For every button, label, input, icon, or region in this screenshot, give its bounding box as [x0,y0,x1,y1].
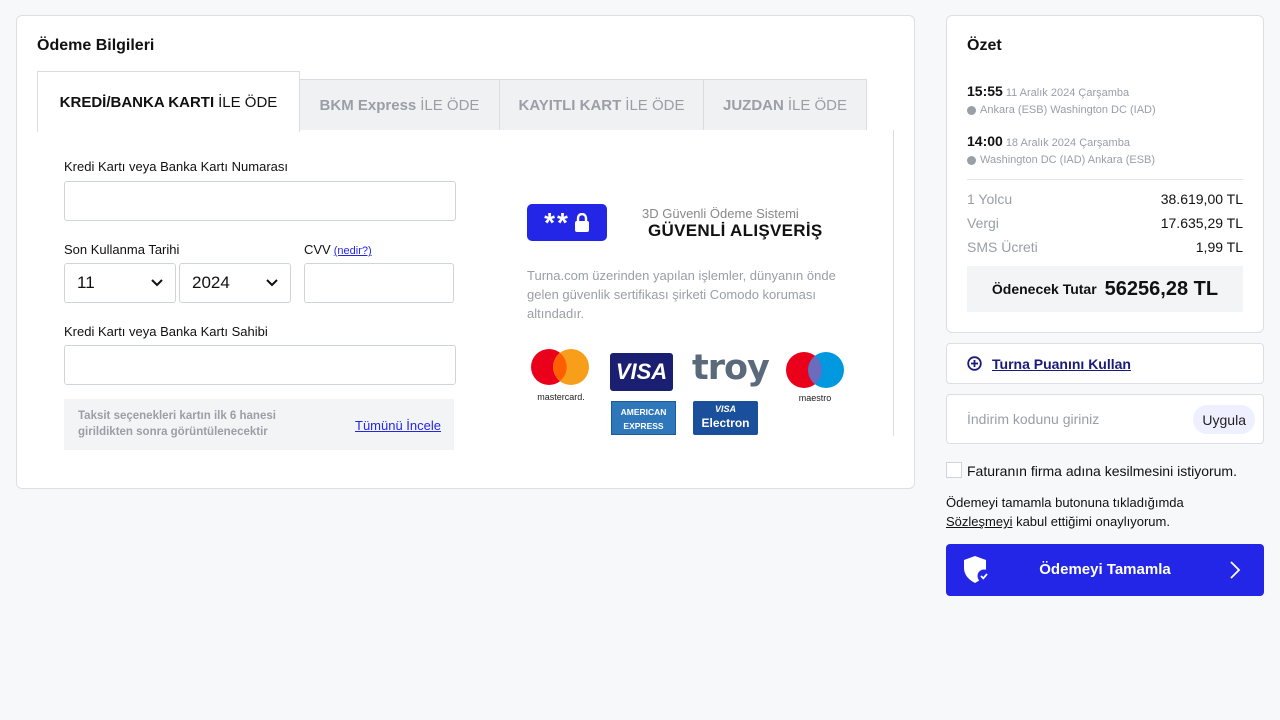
chevron-down-icon [151,279,163,287]
installment-link[interactable]: Tümünü İncele [355,418,441,433]
discount-code-input[interactable] [957,404,1177,434]
plus-circle-icon [967,356,982,371]
route-icon [967,105,976,115]
card-number-input[interactable] [64,181,456,221]
expiry-month-select[interactable]: 11 [64,263,176,303]
troy-text: troy [692,348,770,388]
secure-title: GÜVENLİ ALIŞVERİŞ [648,221,823,240]
use-points-label: Turna Puanını Kullan [992,355,1131,372]
troy-logo: troy [692,348,770,392]
return-route-text: Washington DC (IAD) Ankara (ESB) [980,154,1156,166]
secure-subtitle: 3D Güvenli Ödeme Sistemi [642,206,799,221]
contract-link[interactable]: Sözleşmeyi [946,514,1012,529]
payment-panel: Ödeme Bilgileri BKM Express İLE ÖDE KAYIT… [16,15,915,489]
amex-text-2: EXPRESS [623,421,664,431]
holder-input[interactable] [64,345,456,385]
price-row-tax: Vergi 17.635,29 TL [967,215,1243,231]
outbound-route-text: Ankara (ESB) Washington DC (IAD) [980,104,1156,116]
secure-badge: ** [527,204,607,241]
price-label: 1 Yolcu [967,191,1013,207]
return-time: 14:00 [967,133,1003,149]
mastercard-text: mastercard. [537,392,585,402]
tab-label-bold: BKM Express [319,96,417,114]
price-label: Vergi [967,215,999,231]
price-label: SMS Ücreti [967,239,1038,255]
price-row-sms: SMS Ücreti 1,99 TL [967,239,1243,255]
return-flight: 14:00 18 Aralık 2024 Çarşamba [967,133,1130,149]
installment-text: Taksit seçenekleri kartın ilk 6 hanesi g… [78,410,276,438]
tab-label: İLE ÖDE [218,93,278,111]
tab-label: İLE ÖDE [420,96,480,114]
expiry-month-value: 11 [77,273,95,292]
tab-label-bold: KREDİ/BANKA KARTI [59,93,215,111]
price-value: 38.619,00 TL [1160,191,1243,207]
price-value: 17.635,29 TL [1160,215,1243,231]
total-box: Ödenecek Tutar 56256,28 TL [967,266,1243,312]
complete-payment-label: Ödemeyi Tamamla [1039,561,1171,578]
outbound-date: 11 Aralık 2024 Çarşamba [1005,87,1130,99]
card-number-label: Kredi Kartı veya Banka Kartı Numarası [64,159,288,174]
tab-label-bold: KAYITLI KART [518,96,622,114]
terms-after: kabul ettiğimi onaylıyorum. [1012,514,1170,529]
holder-label: Kredi Kartı veya Banka Kartı Sahibi [64,324,268,339]
maestro-logo: maestro [783,351,847,403]
total-label: Ödenecek Tutar [991,281,1097,297]
expiry-label: Son Kullanma Tarihi [64,242,180,257]
tab-label: İLE ÖDE [625,96,685,114]
return-route: Washington DC (IAD) Ankara (ESB) [967,154,1155,166]
secure-badge-text: ** [544,206,570,238]
price-row-passenger: 1 Yolcu 38.619,00 TL [967,191,1243,207]
cvv-input[interactable] [304,263,454,303]
tab-juzdan[interactable]: JUZDAN İLE ÖDE [703,79,867,131]
chevron-down-icon [266,279,278,287]
tab-credit-card[interactable]: KREDİ/BANKA KARTI İLE ÖDE [37,71,300,132]
tab-label: İLE ÖDE [787,96,848,114]
discount-box: Uygula [946,394,1264,444]
visa-electron-text-1: VISA [714,404,736,414]
cvv-label-text: CVV [304,242,331,257]
tab-bkm-express[interactable]: BKM Express İLE ÖDE [299,79,500,131]
cvv-help-link[interactable]: (nedir?) [334,245,372,257]
payment-title: Ödeme Bilgileri [37,37,155,54]
complete-payment-button[interactable]: Ödemeyi Tamamla [946,544,1264,596]
terms-before: Ödemeyi tamamla butonuna tıkladığımda [946,495,1184,510]
cvv-label: CVV (nedir?) [304,242,372,257]
invoice-company-checkbox[interactable] [946,462,962,478]
tab-saved-card[interactable]: KAYITLI KART İLE ÖDE [499,79,704,131]
mastercard-icon [531,349,589,385]
amex-logo: AMERICAN EXPRESS [611,401,676,435]
outbound-time: 15:55 [967,83,1003,99]
visa-text: VISA [615,359,668,384]
summary-divider [967,179,1243,180]
maestro-text: maestro [798,393,832,403]
chevron-right-icon [1230,561,1241,579]
summary-title: Özet [967,37,1002,54]
secure-description: Turna.com üzerinden yapılan işlemler, dü… [527,268,836,321]
summary-panel: Özet 15:55 11 Aralık 2024 Çarşamba Ankara… [946,15,1264,333]
tab-label-bold: JUZDAN [722,96,784,114]
visa-electron-text-2: Electron [701,416,750,430]
outbound-flight: 15:55 11 Aralık 2024 Çarşamba [967,83,1129,99]
expiry-year-value: 2024 [192,273,230,292]
visa-logo: VISA [610,353,673,391]
outbound-route: Ankara (ESB) Washington DC (IAD) [967,104,1156,116]
mastercard-logo: mastercard. [528,348,594,402]
lock-icon [574,212,589,232]
use-points-button[interactable]: Turna Puanını Kullan [946,343,1264,384]
terms-text: Ödemeyi tamamla butonuna tıkladığımda Sö… [946,493,1266,531]
visa-electron-logo: VISA Electron [693,401,758,435]
maestro-icon [786,352,844,388]
total-value: 56256,28 TL [1104,277,1219,300]
amex-text-1: AMERICAN [620,407,667,417]
price-value: 1,99 TL [1195,239,1243,255]
apply-discount-button[interactable]: Uygula [1193,405,1255,434]
return-date: 18 Aralık 2024 Çarşamba [1005,137,1130,149]
route-icon [967,155,976,165]
installment-info: Taksit seçenekleri kartın ilk 6 hanesi g… [64,399,454,450]
invoice-company-label: Faturanın firma adına kesilmesini istiyo… [967,463,1237,479]
expiry-year-select[interactable]: 2024 [179,263,291,303]
